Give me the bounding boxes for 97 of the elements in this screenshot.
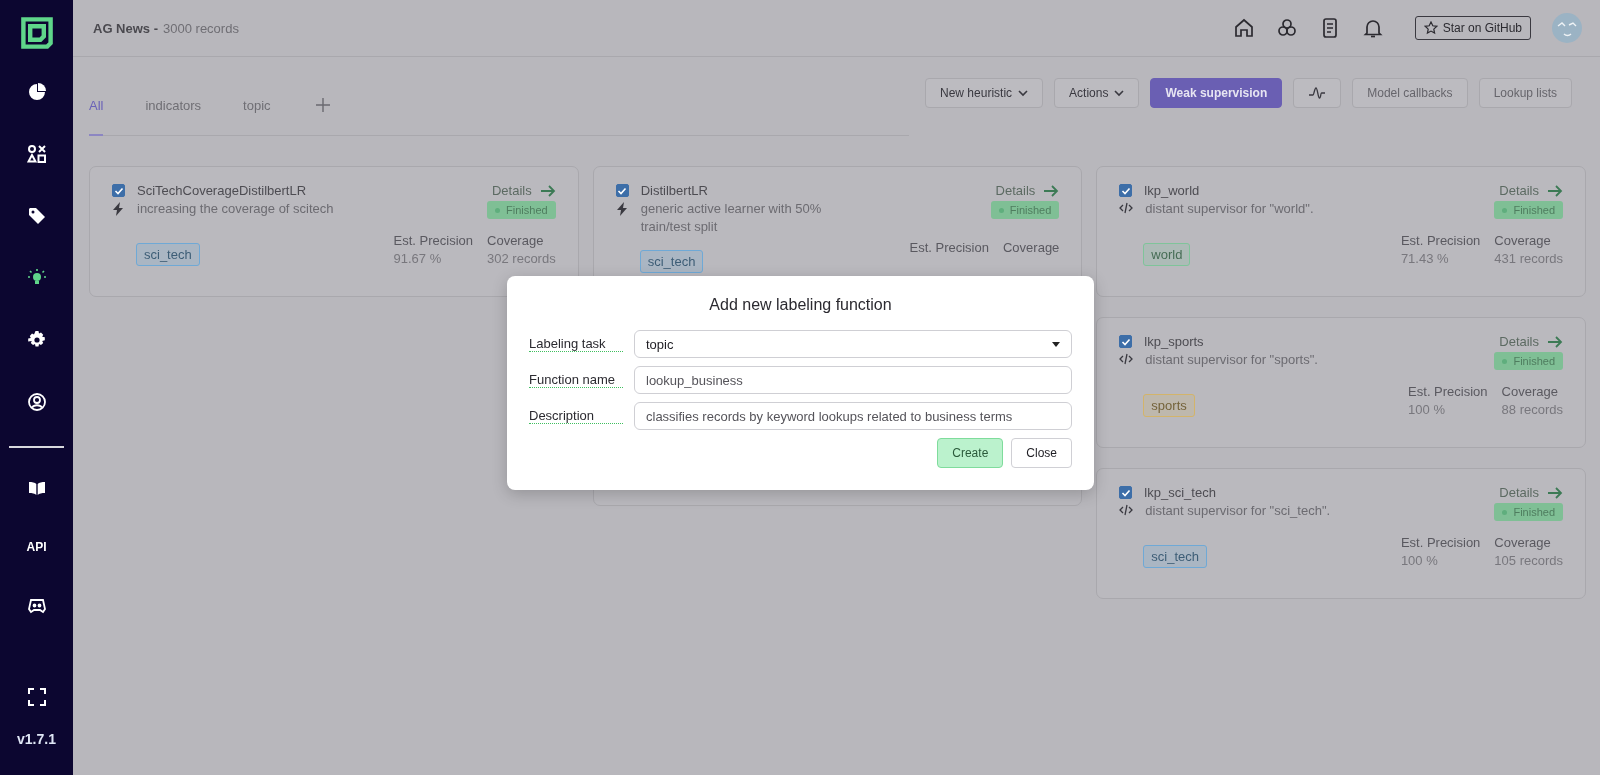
code-icon [1119,353,1134,365]
stat-value: 88 records [1501,402,1563,417]
checkbox[interactable] [112,184,125,197]
logo-icon[interactable] [19,16,54,50]
close-button[interactable]: Close [1011,438,1072,468]
tab[interactable]: All [89,77,146,133]
code-icon [1119,504,1134,516]
toolbar-button[interactable]: Model callbacks [1352,78,1468,108]
checkbox[interactable] [1119,335,1133,348]
caret-icon [1052,341,1060,347]
details-link[interactable]: Details [995,183,1060,198]
label-tag: sci_tech [639,250,704,273]
status-badge: Finished [1494,201,1563,219]
version-label: v1.7.1 [17,731,56,747]
heuristic-description: distant supervisor for "sci_tech". [1145,502,1331,520]
record-count: 3000 records [163,20,239,36]
status-badge: Finished [1494,352,1563,370]
stat-label: Est. Precision [1400,233,1481,248]
heuristic-name: lkp_sci_tech [1144,485,1216,500]
stat-label: Coverage [487,233,545,248]
field-label: Function name [529,372,623,388]
details-link[interactable]: Details [1499,334,1563,349]
heuristic-description: distant supervisor for "sports". [1145,351,1318,369]
heuristic-description: distant supervisor for "world". [1145,200,1314,218]
arrow-icon [539,183,556,198]
status-badge: Finished [990,201,1060,219]
star-on-github-button[interactable]: Star on GitHub [1414,16,1531,40]
fullscreen-icon[interactable] [26,687,47,707]
dropdown-button[interactable]: New heuristic [925,78,1044,108]
tab[interactable]: topic [243,77,313,133]
shapes-icon[interactable] [26,144,47,164]
heuristic-description: generic active learner with 50% train/test split [640,200,823,236]
input-field[interactable]: classifies records by keyword lookups related to business terms [634,402,1072,430]
user-icon[interactable] [26,392,47,412]
stat-label: Est. Precision [393,233,473,248]
details-link[interactable]: Details [491,183,556,198]
stat-label: Coverage [1494,535,1552,550]
toolbar-button[interactable]: Lookup lists [1478,78,1572,108]
api-link[interactable]: API [26,540,47,554]
stat-value: 105 records [1494,553,1563,568]
tag-icon[interactable] [26,206,47,226]
heuristic-description: increasing the coverage of scitech [137,200,334,218]
bell-icon[interactable] [1361,17,1384,39]
checkbox[interactable] [1119,486,1133,499]
arrow-icon [1043,183,1060,198]
label-tag: sports [1143,394,1195,417]
status-badge: Finished [487,201,556,219]
chevron-icon [1018,89,1029,97]
stat-label: Est. Precision [909,240,989,255]
heuristic-name: lkp_sports [1144,334,1204,349]
heuristic-name: lkp_world [1144,183,1200,198]
stat-label: Est. Precision [1400,535,1481,550]
tab[interactable]: indicators [145,77,244,133]
label-tag: sci_tech [1143,545,1208,568]
lightning-icon [615,202,629,216]
star-icon [1423,21,1438,35]
stat-label: Est. Precision [1408,384,1488,399]
stat-value: 71.43 % [1400,251,1450,266]
field-label: Labeling task [529,336,623,352]
status-badge: Finished [1494,503,1563,521]
arrow-icon [1547,485,1563,500]
code-icon [1119,202,1134,214]
arrow-icon [1547,334,1563,349]
lightning-icon [112,202,125,216]
stat-value: 91.67 % [393,251,443,266]
project-name: AG News - [93,20,158,36]
details-link[interactable]: Details [1499,183,1563,198]
field-label: Description [529,408,623,424]
stat-value: 100 % [1408,402,1446,417]
stat-value: 100 % [1400,553,1439,568]
pie-chart-icon[interactable] [26,82,47,102]
label-tag: sci_tech [136,243,200,266]
stat-value: 431 records [1494,251,1563,266]
create-button[interactable]: Create [937,438,1004,468]
input-field[interactable]: lookup_business [634,366,1072,394]
dropdown-button[interactable]: Actions [1054,78,1140,108]
checkbox[interactable] [615,184,629,197]
toolbar-button[interactable]: Weak supervision [1150,78,1283,108]
chevron-icon [1114,89,1125,97]
details-link[interactable]: Details [1499,485,1563,500]
stat-label: Coverage [1501,384,1559,399]
dialog-title: Add new labeling function [709,296,892,314]
home-icon[interactable] [1232,17,1255,39]
heuristic-name: DistilbertLR [640,183,708,198]
circles-icon[interactable] [1275,17,1298,39]
stat-label: Coverage [1002,240,1060,255]
gear-icon[interactable] [26,330,47,350]
label-tag: world [1143,243,1191,266]
heuristic-name: SciTechCoverageDistilbertLR [137,183,307,198]
signal-button[interactable] [1293,78,1342,108]
gamepad-icon[interactable] [26,596,47,616]
wave-icon [1308,86,1327,100]
select-field[interactable]: topic [634,330,1072,358]
checkbox[interactable] [1119,184,1133,197]
arrow-icon [1547,183,1563,198]
stat-label: Coverage [1494,233,1552,248]
stat-value: 302 records [487,251,556,266]
